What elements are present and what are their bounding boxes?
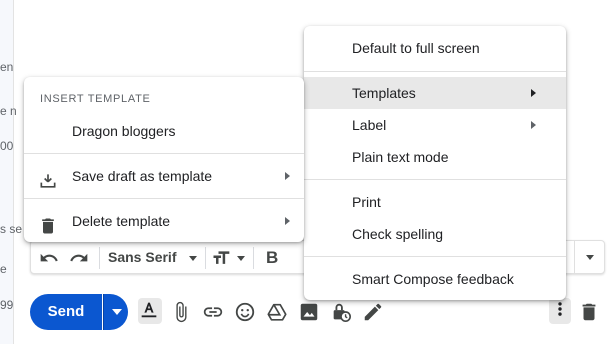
trash-icon	[38, 211, 58, 234]
menu-item-label: Templates	[352, 85, 416, 101]
menu-item-default-full-screen[interactable]: Default to full screen	[304, 32, 566, 64]
menu-item-label-submenu[interactable]: Label	[304, 109, 566, 141]
more-options-icon[interactable]	[549, 298, 571, 324]
submenu-arrow-icon	[285, 217, 290, 225]
menu-item-smart-compose-feedback[interactable]: Smart Compose feedback	[304, 263, 566, 295]
chevron-down-icon	[189, 256, 197, 261]
menu-item-label: Plain text mode	[352, 149, 449, 165]
toolbar-divider	[205, 247, 206, 269]
chevron-down-icon	[237, 256, 245, 261]
send-button[interactable]: Send	[30, 294, 102, 330]
menu-item-label: Dragon bloggers	[72, 123, 176, 139]
emoji-icon[interactable]	[234, 301, 256, 323]
redo-icon[interactable]	[69, 248, 89, 268]
bg-fragment: 99	[0, 298, 14, 312]
toolbar-divider	[253, 247, 254, 269]
signature-pen-icon[interactable]	[362, 301, 384, 323]
more-options-menu: Default to full screen Templates Label P…	[304, 26, 566, 300]
menu-item-label: Default to full screen	[352, 40, 480, 56]
menu-item-label: Delete template	[72, 213, 171, 229]
formatting-options-icon[interactable]	[138, 298, 162, 324]
menu-item-plain-text-mode[interactable]: Plain text mode	[304, 141, 566, 173]
bg-fragment: en	[0, 60, 14, 74]
toolbar-divider	[99, 247, 100, 269]
bg-fragment: e	[0, 262, 7, 276]
menu-item-label: Smart Compose feedback	[352, 271, 514, 287]
menu-item-save-draft-as-template[interactable]: Save draft as template	[24, 156, 304, 196]
menu-item-delete-template[interactable]: Delete template	[24, 201, 304, 241]
attach-file-icon[interactable]	[170, 301, 192, 323]
more-formatting-button[interactable]	[574, 241, 604, 273]
menu-item-label: Save draft as template	[72, 168, 213, 184]
send-options-button[interactable]	[103, 294, 128, 330]
undo-icon[interactable]	[39, 248, 59, 268]
menu-item-label: Print	[352, 194, 381, 210]
submenu-arrow-icon	[531, 121, 536, 129]
bg-fragment: s se	[0, 222, 23, 236]
templates-submenu: INSERT TEMPLATE Dragon bloggers Save dra…	[24, 77, 304, 242]
bg-fragment: 00	[0, 139, 14, 153]
bold-button[interactable]: B	[266, 248, 278, 268]
menu-divider	[304, 179, 566, 180]
menu-divider	[24, 198, 304, 199]
menu-item-check-spelling[interactable]: Check spelling	[304, 218, 566, 250]
insert-link-icon[interactable]	[202, 301, 224, 323]
chevron-down-icon	[112, 309, 122, 315]
menu-item-label: Check spelling	[352, 226, 444, 242]
submenu-arrow-icon	[285, 172, 290, 180]
menu-divider	[304, 71, 566, 72]
confidential-mode-icon[interactable]	[330, 301, 352, 323]
submenu-arrow-icon	[531, 89, 536, 97]
menu-item-label: Label	[352, 117, 387, 133]
font-size-icon[interactable]	[211, 248, 231, 268]
template-item-dragon-bloggers[interactable]: Dragon bloggers	[24, 111, 304, 151]
google-drive-icon[interactable]	[266, 301, 288, 323]
chevron-down-icon	[586, 255, 594, 260]
bg-fragment: e n	[0, 104, 17, 118]
download-icon	[38, 166, 58, 188]
menu-item-print[interactable]: Print	[304, 186, 566, 218]
menu-divider	[24, 153, 304, 154]
discard-draft-icon[interactable]	[578, 301, 600, 323]
font-family-select[interactable]: Sans Serif	[108, 249, 176, 265]
menu-item-templates[interactable]: Templates	[304, 77, 566, 109]
insert-photo-icon[interactable]	[298, 301, 320, 323]
insert-template-header: INSERT TEMPLATE	[40, 93, 151, 105]
menu-divider	[304, 256, 566, 257]
background-message-list: en e n 00 s se e 99	[0, 0, 22, 344]
